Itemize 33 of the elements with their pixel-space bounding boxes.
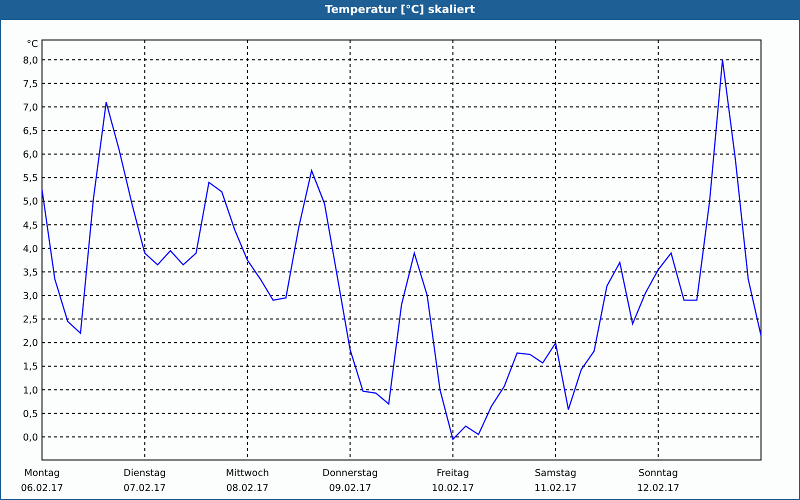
y-tick-label: 4,5 [22,220,38,232]
date-label: 12.02.17 [637,483,680,494]
y-tick-label: 6,0 [22,150,38,161]
x-tick-label: Freitag [436,468,470,479]
y-tick-label: 2,0 [22,338,38,350]
y-tick-label: 0,0 [22,432,38,444]
y-tick-label: 5,0 [22,196,38,208]
y-tick-label: 3,5 [22,267,38,278]
y-tick-label: 1,5 [22,362,38,373]
y-tick-label: 7,5 [22,78,38,90]
y-tick-label: 6,5 [22,126,38,137]
date-label: 09.02.17 [328,483,372,494]
x-tick-label: Sonntag [638,468,678,479]
date-label: 10.02.17 [432,483,474,494]
x-tick-label: Donnerstag [322,468,378,479]
unit-label: °C [26,39,38,50]
date-label: 07.02.17 [124,483,166,494]
x-tick-label: Samstag [534,468,576,479]
x-tick-label: Montag [24,468,60,479]
x-tick-label: Dienstag [124,468,166,479]
date-label: 08.02.17 [226,483,269,494]
y-tick-label: 7,0 [22,102,38,114]
window-title: Temperatur [°C] skaliert [324,2,476,18]
y-tick-label: 0,5 [22,408,38,420]
y-tick-label: 5,5 [22,173,38,184]
y-tick-label: 4,0 [22,244,38,255]
y-tick-label: 2,5 [22,314,38,326]
x-tick-label: Mittwoch [226,468,269,479]
y-tick-label: 1,0 [22,385,38,396]
y-tick-label: 3,0 [22,291,38,302]
date-label: 06.02.17 [20,483,64,494]
date-label: 11.02.17 [534,483,577,494]
y-tick-label: 8,0 [22,55,38,66]
